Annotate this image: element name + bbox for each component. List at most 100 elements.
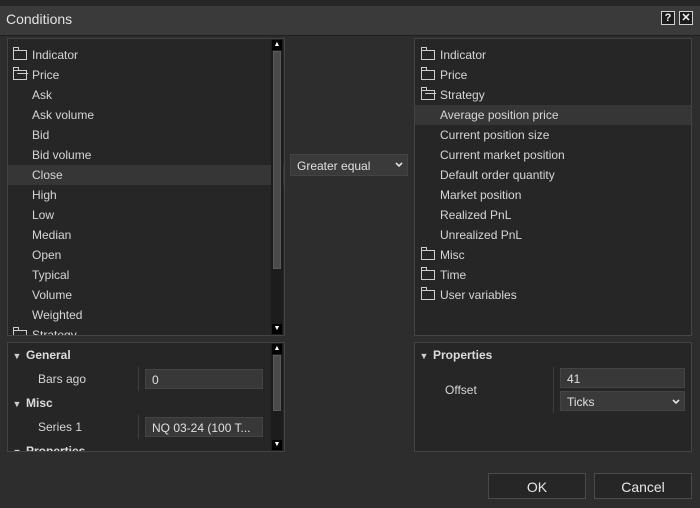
tree-item[interactable]: Weighted <box>8 305 284 325</box>
tree-item-label: Indicator <box>32 48 79 62</box>
tree-item-label: Realized PnL <box>440 208 512 222</box>
tree-item-label: Bid <box>32 128 50 142</box>
offset-input[interactable]: 41 <box>560 368 685 388</box>
left-props-scrollbar[interactable]: ▲ ▼ <box>271 343 283 451</box>
tree-item-label: High <box>32 188 57 202</box>
chevron-down-icon <box>395 162 403 168</box>
tree-item-label: Open <box>32 248 62 262</box>
tree-item-label: Indicator <box>440 48 487 62</box>
tree-item-label: Typical <box>32 268 70 282</box>
tree-folder[interactable]: Price <box>8 65 284 85</box>
folder-icon <box>421 246 435 260</box>
operator-value: Greater equal <box>297 159 371 173</box>
scroll-thumb[interactable] <box>273 51 281 269</box>
tree-folder[interactable]: Indicator <box>415 45 691 65</box>
operator-select[interactable]: Greater equal <box>290 154 408 176</box>
category-misc-label: Misc <box>26 396 53 410</box>
folder-icon <box>13 326 27 335</box>
tree-item-label: Median <box>32 228 72 242</box>
tree-folder[interactable]: Price <box>415 65 691 85</box>
tree-item[interactable]: Current position size <box>415 125 691 145</box>
tree-folder[interactable]: Strategy <box>8 325 284 335</box>
tree-item[interactable]: Default order quantity <box>415 165 691 185</box>
ok-button[interactable]: OK <box>488 473 586 499</box>
offset-unit-select[interactable]: Ticks <box>560 391 685 411</box>
category-properties[interactable]: ▼ Properties <box>8 441 284 452</box>
tree-item-label: Bid volume <box>32 148 92 162</box>
tree-item-label: Price <box>440 68 468 82</box>
tree-item-label: User variables <box>440 288 517 302</box>
collapse-icon: ▼ <box>12 399 22 409</box>
tree-folder[interactable]: Indicator <box>8 45 284 65</box>
tree-item[interactable]: Bid volume <box>8 145 284 165</box>
column-divider <box>138 415 139 439</box>
tree-item[interactable]: Volume <box>8 285 284 305</box>
tree-item[interactable]: Typical <box>8 265 284 285</box>
tree-item[interactable]: Bid <box>8 125 284 145</box>
series-input[interactable]: NQ 03-24 (100 T... <box>145 417 263 437</box>
collapse-icon: ▼ <box>12 447 22 452</box>
folder-icon <box>421 66 435 80</box>
tree-item[interactable]: Median <box>8 225 284 245</box>
tree-item[interactable]: High <box>8 185 284 205</box>
collapse-icon: ▼ <box>419 351 429 361</box>
left-tree-scrollbar[interactable]: ▲ ▼ <box>271 39 283 335</box>
folder-icon <box>13 46 27 60</box>
bars-ago-input[interactable]: 0 <box>145 369 263 389</box>
chevron-down-icon <box>672 399 680 405</box>
left-tree-panel: Indicator Price Ask Ask volume Bid Bid volume… <box>7 38 285 336</box>
help-button[interactable]: ? <box>661 11 675 25</box>
window-top-edge <box>0 0 700 6</box>
close-button[interactable]: ✕ <box>679 11 693 25</box>
series-label: Series 1 <box>38 420 83 434</box>
folder-open-icon <box>421 86 435 100</box>
tree-item[interactable]: Unrealized PnL <box>415 225 691 245</box>
offset-unit-value: Ticks <box>567 395 595 409</box>
scroll-up-icon[interactable]: ▲ <box>272 40 282 50</box>
left-property-grid: ▼ General Bars ago 0 ▼ Misc Series 1 NQ 03… <box>7 342 285 452</box>
category-general[interactable]: ▼ General <box>8 345 284 365</box>
tree-item-label: Ask <box>32 88 53 102</box>
column-divider <box>138 367 139 391</box>
folder-icon <box>421 46 435 60</box>
tree-item-label: Volume <box>32 288 73 302</box>
tree-item[interactable]: Open <box>8 245 284 265</box>
bars-ago-label: Bars ago <box>38 372 87 386</box>
category-properties[interactable]: ▼ Properties <box>415 345 691 365</box>
tree-folder[interactable]: User variables <box>415 285 691 305</box>
scroll-down-icon[interactable]: ▼ <box>272 324 282 334</box>
tree-item-label: Strategy <box>440 88 485 102</box>
scroll-thumb[interactable] <box>273 355 281 411</box>
right-property-grid: ▼ Properties Offset 41 Ticks <box>414 342 692 452</box>
scroll-down-icon[interactable]: ▼ <box>272 440 282 450</box>
folder-open-icon <box>13 66 27 80</box>
category-properties-label: Properties <box>26 444 86 452</box>
tree-item[interactable]: Market position <box>415 185 691 205</box>
tree-item-label: Current market position <box>440 148 565 162</box>
cancel-button[interactable]: Cancel <box>594 473 692 499</box>
tree-item[interactable]: Ask <box>8 85 284 105</box>
category-general-label: General <box>26 348 71 362</box>
folder-icon <box>421 266 435 280</box>
offset-label: Offset <box>445 383 477 397</box>
tree-folder[interactable]: Strategy <box>415 85 691 105</box>
tree-folder[interactable]: Misc <box>415 245 691 265</box>
tree-item[interactable]: Current market position <box>415 145 691 165</box>
category-properties-label: Properties <box>433 348 493 362</box>
tree-item-label: Average position price <box>440 108 559 122</box>
tree-item[interactable]: Low <box>8 205 284 225</box>
collapse-icon: ▼ <box>12 351 22 361</box>
tree-item[interactable]: Ask volume <box>8 105 284 125</box>
scroll-up-icon[interactable]: ▲ <box>272 344 282 354</box>
category-misc[interactable]: ▼ Misc <box>8 393 284 413</box>
tree-item[interactable]: Close <box>8 165 284 185</box>
tree-item-label: Current position size <box>440 128 550 142</box>
tree-item-label: Default order quantity <box>440 168 555 182</box>
tree-item[interactable]: Average position price <box>415 105 691 125</box>
tree-item-label: Low <box>32 208 55 222</box>
tree-item[interactable]: Realized PnL <box>415 205 691 225</box>
tree-folder[interactable]: Time <box>415 265 691 285</box>
title-bar: Conditions ? ✕ <box>0 0 700 36</box>
tree-item-label: Unrealized PnL <box>440 228 523 242</box>
tree-item-label: Misc <box>440 248 465 262</box>
